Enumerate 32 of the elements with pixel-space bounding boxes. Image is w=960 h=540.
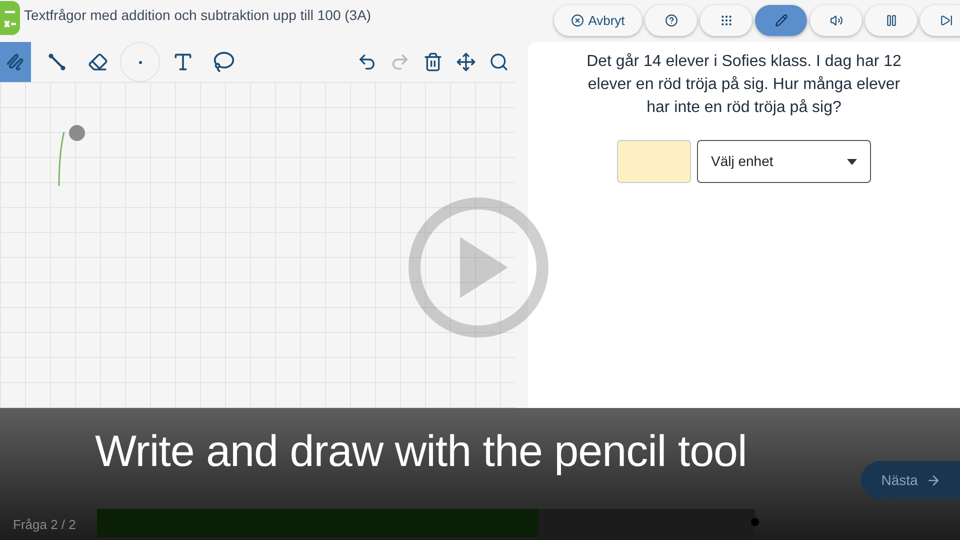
- eraser-icon: [88, 52, 108, 72]
- cancel-button[interactable]: Avbryt: [554, 5, 642, 36]
- lasso-icon: [212, 51, 234, 73]
- caret-icon: [847, 158, 857, 164]
- undo-icon: [357, 52, 377, 72]
- skip-icon: [940, 14, 952, 27]
- pen-tool-button[interactable]: [0, 42, 31, 82]
- help-button[interactable]: [645, 5, 697, 36]
- pencil-button[interactable]: [755, 5, 807, 36]
- video-caption: Write and draw with the pencil tool: [95, 426, 747, 478]
- lesson-title: Textfrågor med addition och subtraktion upp till 100 (3A): [24, 6, 372, 25]
- question-text: Det går 14 elever i Sofies klass. I dag har 12 elever en röd tröja på sig. Hur många elever har inte en röd tröja på sig?: [586, 52, 902, 118]
- question-counter: Fråga 2 / 2: [13, 516, 76, 534]
- play-icon: [408, 197, 549, 338]
- speaker-icon: [830, 14, 842, 27]
- pause-button[interactable]: [865, 5, 917, 36]
- unit-select[interactable]: Välj enhet: [697, 140, 871, 183]
- line-icon: [46, 52, 66, 72]
- answer-field[interactable]: [617, 140, 691, 183]
- redo-icon: [390, 52, 410, 72]
- arrow-right-icon: [926, 472, 941, 488]
- pause-icon: [884, 14, 898, 27]
- close-icon: [571, 14, 584, 27]
- trash-icon: [423, 52, 443, 72]
- pencil-stroke: [56, 130, 66, 188]
- move-icon: [456, 52, 476, 72]
- search-icon: [489, 52, 509, 72]
- pencil-icon: [774, 14, 788, 27]
- skip-button[interactable]: [920, 5, 960, 36]
- sound-button[interactable]: [810, 5, 862, 36]
- help-icon: [664, 14, 678, 27]
- next-button[interactable]: Nästa: [861, 461, 960, 499]
